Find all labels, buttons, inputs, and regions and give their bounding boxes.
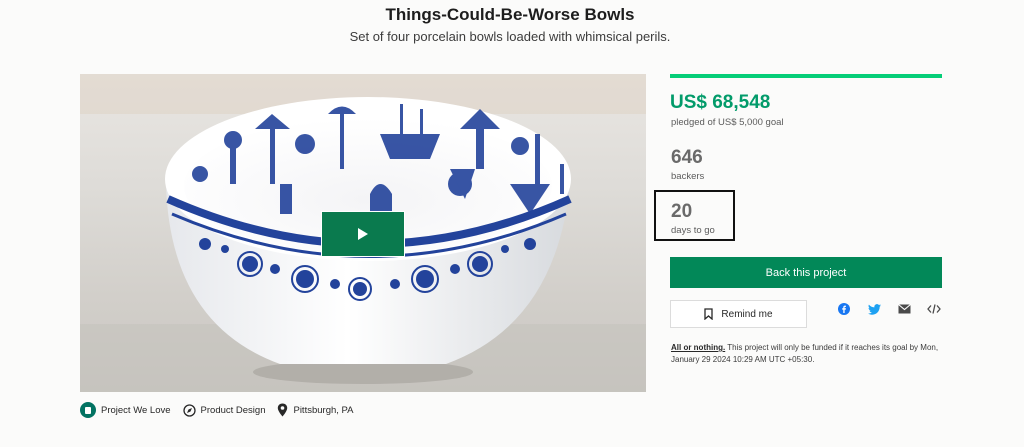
backers-label: backers (671, 171, 705, 182)
location-pin-icon (277, 403, 288, 417)
tag-product-design[interactable]: Product Design (182, 403, 266, 417)
bookmark-icon (704, 308, 714, 320)
days-to-go-label: days to go (671, 225, 715, 236)
pledged-amount: US$ 68,548 (670, 92, 771, 113)
funding-progress-bar (670, 74, 942, 78)
embed-icon[interactable] (927, 302, 941, 316)
pledged-goal-label: pledged of US$ 5,000 goal (671, 117, 784, 128)
project-tags: Project We Love Product Design Pittsburg… (80, 402, 366, 418)
play-icon (358, 228, 368, 240)
backers-count: 646 (671, 147, 703, 168)
remind-me-button[interactable]: Remind me (670, 300, 807, 328)
tag-label: Pittsburgh, PA (293, 404, 354, 416)
funding-terms: All or nothing. This project will only b… (671, 342, 951, 365)
facebook-icon[interactable] (837, 302, 851, 316)
project-title: Things-Could-Be-Worse Bowls (385, 5, 635, 24)
remind-me-label: Remind me (721, 308, 773, 320)
twitter-icon[interactable] (867, 302, 881, 316)
project-subtitle: Set of four porcelain bowls loaded with … (349, 29, 671, 44)
all-or-nothing-link[interactable]: All or nothing. (671, 343, 725, 352)
email-icon[interactable] (897, 302, 911, 316)
back-this-project-button[interactable]: Back this project (670, 257, 942, 288)
days-to-go-count: 20 (671, 201, 693, 222)
play-video-button[interactable] (321, 211, 405, 257)
tag-label: Project We Love (101, 404, 171, 416)
tag-project-we-love[interactable]: Project We Love (80, 402, 171, 418)
tag-label: Product Design (200, 404, 266, 416)
kickstarter-badge-icon (80, 402, 96, 418)
project-video[interactable] (80, 74, 646, 392)
compass-icon (182, 403, 196, 417)
tag-location[interactable]: Pittsburgh, PA (277, 403, 354, 417)
